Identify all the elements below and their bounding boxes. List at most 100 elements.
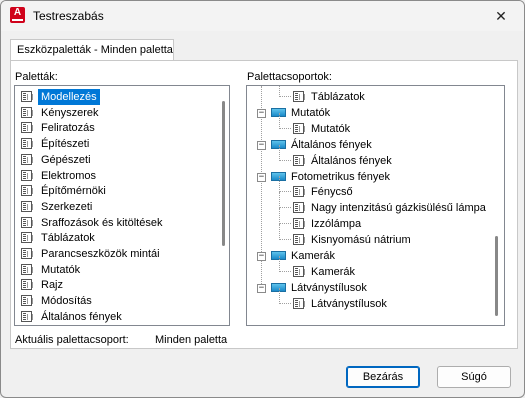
palette-list-item[interactable]: Módosítás [15, 293, 215, 309]
palette-item-label: Általános fények [41, 310, 122, 323]
palette-list-item[interactable]: Építőmérnöki [15, 183, 215, 199]
palette-list-item[interactable]: Parancseszközök mintái [15, 246, 215, 262]
tree-palette-node[interactable]: Táblázatok [247, 86, 492, 105]
current-group-label: Aktuális palettacsoport: [15, 334, 129, 346]
tree-connector-line [279, 255, 291, 272]
palette-icon [21, 279, 33, 291]
palette-icon [293, 91, 305, 102]
tree-connector-line [279, 176, 291, 193]
palette-item-label: Parancseszközök mintái [41, 248, 160, 260]
palette-icon [21, 169, 33, 181]
palette-item-label: Építészeti [41, 138, 90, 151]
customize-dialog: Testreszabás ✕ Eszközpaletták - Minden p… [0, 0, 525, 398]
palettes-label: Paletták: [15, 71, 58, 83]
palette-list-item[interactable]: Sraffozások és kitöltések [15, 215, 215, 231]
palette-item-label: Gépészeti [41, 153, 91, 166]
palette-item-label: Sraffozások és kitöltések [41, 216, 163, 229]
tree-connector-line [279, 144, 291, 161]
palette-list-item[interactable]: Rajz [15, 277, 215, 293]
help-button-label: Súgó [461, 371, 487, 383]
palette-item-label: Elektromos [41, 169, 97, 182]
tree-node-label: Mutatók [291, 106, 331, 119]
palette-list-item[interactable]: Táblázatok [15, 230, 215, 246]
palette-icon [21, 138, 33, 150]
tree-node-label: Látványstílusok [291, 281, 367, 294]
tree-node-label: Fotometrikus fények [291, 170, 391, 183]
palette-item-label: Rajz [41, 279, 64, 292]
close-button[interactable]: Bezárás [346, 366, 420, 388]
palette-list-item[interactable]: Modellezés [15, 89, 215, 105]
palette-icon [21, 232, 33, 244]
palette-icon [293, 186, 305, 198]
tab-all-palettes[interactable]: Eszközpaletták - Minden paletta [10, 39, 174, 61]
palette-icon [293, 154, 305, 166]
palette-list-item[interactable]: Építészeti [15, 136, 215, 152]
palette-list-item[interactable]: Elektromos [15, 168, 215, 184]
tree-palette-node[interactable]: Általános fények [247, 144, 492, 169]
current-group-value: Minden paletta [155, 334, 228, 346]
collapse-minus-icon[interactable]: − [257, 172, 266, 182]
palette-groups-label: Palettacsoportok: [247, 71, 332, 83]
palette-icon [293, 265, 305, 277]
tree-node-label: Izzólámpa [311, 218, 362, 231]
close-button-label: Bezárás [362, 371, 404, 383]
palette-icon [21, 153, 33, 165]
tree-palette-node[interactable]: Látványstílusok [247, 287, 492, 312]
palette-icon [21, 263, 33, 275]
palettes-list[interactable]: Modellezés Kényszerek Feliratozás Építészet… [14, 85, 230, 326]
tree-connector-line [279, 208, 291, 225]
tree-node-label: Kamerák [311, 265, 356, 278]
palette-icon [293, 202, 305, 214]
close-icon[interactable]: ✕ [478, 1, 524, 31]
palette-list-item[interactable]: Gépészeti [15, 152, 215, 168]
tree-node-label: Nagy intenzitású gázkisülésű lámpa [311, 202, 486, 215]
palette-icon [21, 216, 33, 228]
tree-node-label: Mutatók [311, 122, 351, 135]
palette-icon [21, 295, 33, 307]
tree-palette-node[interactable]: Kamerák [247, 255, 492, 280]
palette-icon [21, 122, 33, 134]
palette-list-item[interactable]: Általános fények [15, 309, 215, 325]
tree-node-label: Látványstílusok [311, 297, 387, 310]
palette-list-item[interactable]: Szerkezeti [15, 199, 215, 215]
collapse-minus-icon[interactable]: − [257, 140, 266, 150]
tree-node-label: Táblázatok [311, 91, 365, 103]
palette-list-item[interactable]: Mutatók [15, 262, 215, 278]
palette-icon [293, 122, 305, 134]
palette-icon [21, 185, 33, 197]
tree-palette-node[interactable]: Kisnyomású nátrium [247, 224, 492, 248]
collapse-minus-icon[interactable]: − [257, 283, 266, 293]
tree-node-label: Általános fények [291, 138, 372, 151]
palettes-scrollbar[interactable] [222, 101, 225, 246]
window-title: Testreszabás [33, 9, 104, 23]
autocad-app-icon [10, 7, 25, 23]
palette-icon [293, 234, 305, 246]
tree-connector-line [279, 287, 291, 304]
palette-list-item[interactable]: Kényszerek [15, 105, 215, 121]
palette-icon [21, 248, 33, 259]
palette-item-label: Mutatók [41, 263, 81, 276]
palette-item-label: Módosítás [41, 295, 92, 308]
palette-groups-scrollbar[interactable] [495, 236, 498, 316]
tree-palette-node[interactable]: Mutatók [247, 112, 492, 137]
title-bar: Testreszabás ✕ [1, 1, 524, 31]
palette-icon [293, 218, 305, 230]
palette-item-label: Építőmérnöki [41, 185, 106, 198]
palette-icon [21, 106, 33, 118]
tree-node-label: Általános fények [311, 154, 392, 167]
tree-connector-line [279, 224, 291, 241]
tree-connector-line [279, 86, 291, 97]
collapse-minus-icon[interactable]: − [257, 108, 266, 118]
palette-icon [293, 297, 305, 309]
collapse-minus-icon[interactable]: − [257, 252, 266, 261]
palette-item-label: Kényszerek [41, 106, 99, 119]
palette-item-label: Szerkezeti [41, 200, 93, 213]
tree-node-label: Kisnyomású nátrium [311, 234, 411, 247]
tree-connector-line [279, 112, 291, 129]
tree-connector-line [279, 192, 291, 209]
palette-groups-tree[interactable]: Táblázatok − Mutatók Mutatók − Általános fény… [246, 85, 505, 326]
palette-list-item[interactable]: Feliratozás [15, 120, 215, 136]
palette-icon [21, 310, 33, 322]
help-button[interactable]: Súgó [437, 366, 511, 388]
palette-icon [21, 91, 33, 102]
